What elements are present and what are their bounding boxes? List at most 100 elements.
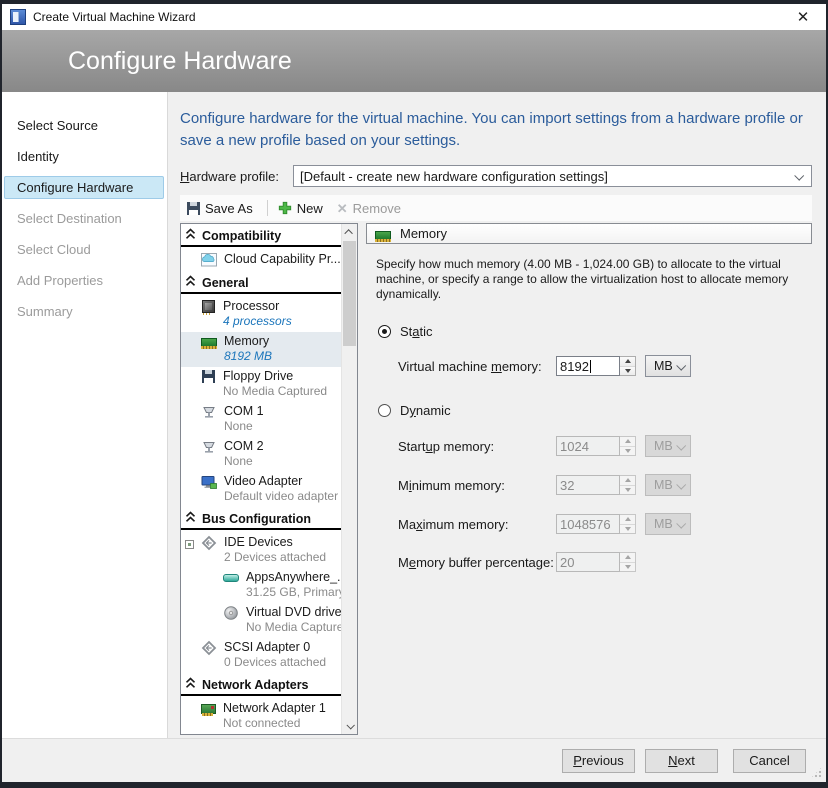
spin-down-icon[interactable] bbox=[620, 366, 635, 376]
scroll-up-icon[interactable] bbox=[342, 224, 357, 240]
cancel-button[interactable]: Cancel bbox=[733, 749, 806, 773]
maximum-memory-unit-select[interactable]: MB bbox=[645, 513, 691, 535]
field-minimum-memory: Minimum memory:32 MB bbox=[398, 474, 812, 496]
tree-item-sublabel: No Media Captured bbox=[246, 620, 339, 635]
virtual-machine-memory-unit-select[interactable]: MB bbox=[645, 355, 691, 377]
com-icon bbox=[201, 404, 217, 420]
field-virtual-machine-memory: Virtual machine memory:8192MB bbox=[398, 355, 812, 377]
spin-down-icon[interactable] bbox=[620, 446, 635, 456]
maximum-memory-spinner[interactable] bbox=[620, 514, 636, 534]
field-label: Startup memory: bbox=[398, 439, 556, 454]
wizard-footer: Previous Next Cancel bbox=[2, 738, 826, 782]
memory-buffer-percentage-input[interactable]: 20 bbox=[556, 552, 620, 572]
spin-up-icon[interactable] bbox=[620, 553, 635, 562]
dynamic-radio-label: Dynamic bbox=[400, 403, 451, 418]
com-icon bbox=[201, 439, 217, 455]
startup-memory-input[interactable]: 1024 bbox=[556, 436, 620, 456]
tree-item-video-adapter[interactable]: Video AdapterDefault video adapter bbox=[181, 472, 341, 507]
virtual-machine-memory-input[interactable]: 8192 bbox=[556, 356, 620, 376]
new-button[interactable]: New bbox=[273, 196, 332, 220]
processor-icon bbox=[202, 300, 215, 313]
hardware-profile-label: Hardware profile: bbox=[180, 169, 293, 184]
static-radio-row[interactable]: Static bbox=[378, 324, 812, 339]
startup-memory-unit-select[interactable]: MB bbox=[645, 435, 691, 457]
remove-button[interactable]: ✕ Remove bbox=[332, 196, 410, 220]
spin-down-icon[interactable] bbox=[620, 562, 635, 572]
sidebar-item-summary[interactable]: Summary bbox=[4, 300, 164, 323]
tree-item-sublabel: Not connected bbox=[223, 716, 326, 731]
app-icon bbox=[10, 9, 26, 25]
tree-item-label: Video Adapter bbox=[224, 474, 338, 489]
spin-down-icon[interactable] bbox=[620, 524, 635, 534]
tree-item-floppy-drive[interactable]: Floppy DriveNo Media Captured bbox=[181, 367, 341, 402]
memory-buffer-percentage-spinner[interactable] bbox=[620, 552, 636, 572]
sidebar-item-configure-hardware[interactable]: Configure Hardware bbox=[4, 176, 164, 199]
scrollbar-thumb[interactable] bbox=[343, 241, 356, 346]
tree-item-sublabel: 0 Devices attached bbox=[224, 655, 326, 670]
tree-section-bus-configuration[interactable]: Bus Configuration bbox=[181, 507, 341, 530]
tree-section-label: Network Adapters bbox=[202, 678, 309, 692]
minimum-memory-input[interactable]: 32 bbox=[556, 475, 620, 495]
sidebar-item-select-cloud[interactable]: Select Cloud bbox=[4, 238, 164, 261]
panel-description: Specify how much memory (4.00 MB - 1,024… bbox=[376, 257, 812, 302]
tree-section-compatibility[interactable]: Compatibility bbox=[181, 224, 341, 247]
tree-item-scsi-adapter-0[interactable]: SCSI Adapter 00 Devices attached bbox=[181, 638, 341, 673]
save-as-button[interactable]: Save As bbox=[182, 196, 262, 220]
hardware-profile-select[interactable]: [Default - create new hardware configura… bbox=[293, 165, 812, 187]
dynamic-radio[interactable] bbox=[378, 404, 391, 417]
sidebar-item-select-destination[interactable]: Select Destination bbox=[4, 207, 164, 230]
tree-item-virtual-dvd-drive[interactable]: Virtual DVD driveNo Media Captured bbox=[181, 603, 341, 638]
tree-item-sublabel: No Media Captured bbox=[223, 384, 327, 399]
sidebar-item-select-source[interactable]: Select Source bbox=[4, 114, 164, 137]
tree-item-label: Cloud Capability Pr... bbox=[224, 252, 339, 267]
field-memory-buffer-percentage: Memory buffer percentage:20 bbox=[398, 552, 812, 572]
tree-item-processor[interactable]: Processor4 processors bbox=[181, 297, 341, 332]
resize-grip-icon[interactable] bbox=[810, 766, 823, 779]
window-title: Create Virtual Machine Wizard bbox=[33, 10, 788, 24]
tree-item-com-2[interactable]: COM 2None bbox=[181, 437, 341, 472]
tree-item-cloud-capability-pr[interactable]: Cloud Capability Pr... bbox=[181, 250, 341, 271]
tree-item-appsanywhere[interactable]: AppsAnywhere_...31.25 GB, Primary bbox=[181, 568, 341, 603]
dynamic-radio-row[interactable]: Dynamic bbox=[378, 403, 812, 418]
tree-item-memory[interactable]: Memory8192 MB bbox=[181, 332, 341, 367]
remove-x-icon: ✕ bbox=[337, 202, 348, 215]
tree-scrollbar[interactable] bbox=[341, 224, 357, 734]
spin-up-icon[interactable] bbox=[620, 357, 635, 366]
field-label: Minimum memory: bbox=[398, 478, 556, 493]
wizard-banner: Configure Hardware bbox=[2, 30, 826, 92]
tree-item-sublabel: None bbox=[224, 454, 264, 469]
nic-icon bbox=[201, 704, 216, 714]
sidebar-item-identity[interactable]: Identity bbox=[4, 145, 164, 168]
expander-icon[interactable] bbox=[185, 540, 194, 549]
main-area: Configure hardware for the virtual machi… bbox=[168, 92, 826, 738]
tree-item-label: IDE Devices bbox=[224, 535, 326, 550]
panel-title: Memory bbox=[400, 226, 447, 241]
spin-up-icon[interactable] bbox=[620, 515, 635, 524]
previous-button[interactable]: Previous bbox=[562, 749, 635, 773]
disk-icon bbox=[223, 574, 239, 582]
spin-down-icon[interactable] bbox=[620, 485, 635, 495]
tree-item-network-adapter-1[interactable]: Network Adapter 1Not connected bbox=[181, 699, 341, 734]
minimum-memory-unit-select[interactable]: MB bbox=[645, 474, 691, 496]
sidebar-item-add-properties[interactable]: Add Properties bbox=[4, 269, 164, 292]
maximum-memory-input[interactable]: 1048576 bbox=[556, 514, 620, 534]
tree-item-ide-devices[interactable]: IDE Devices2 Devices attached bbox=[181, 533, 341, 568]
virtual-machine-memory-spinner[interactable] bbox=[620, 356, 636, 376]
tree-item-label: AppsAnywhere_... bbox=[246, 570, 339, 585]
tree-section-network-adapters[interactable]: Network Adapters bbox=[181, 673, 341, 696]
close-icon[interactable]: ✕ bbox=[788, 8, 818, 26]
spin-up-icon[interactable] bbox=[620, 476, 635, 485]
spin-up-icon[interactable] bbox=[620, 437, 635, 446]
next-button[interactable]: Next bbox=[645, 749, 718, 773]
tree-item-com-1[interactable]: COM 1None bbox=[181, 402, 341, 437]
text-caret bbox=[590, 360, 591, 373]
dvd-icon bbox=[223, 605, 239, 621]
minimum-memory-spinner[interactable] bbox=[620, 475, 636, 495]
tree-section-label: Bus Configuration bbox=[202, 512, 311, 526]
static-radio[interactable] bbox=[378, 325, 391, 338]
collapse-chevrons-icon bbox=[185, 228, 196, 243]
scroll-down-icon[interactable] bbox=[342, 718, 357, 734]
tree-section-general[interactable]: General bbox=[181, 271, 341, 294]
startup-memory-spinner[interactable] bbox=[620, 436, 636, 456]
tree-item-label: Floppy Drive bbox=[223, 369, 327, 384]
